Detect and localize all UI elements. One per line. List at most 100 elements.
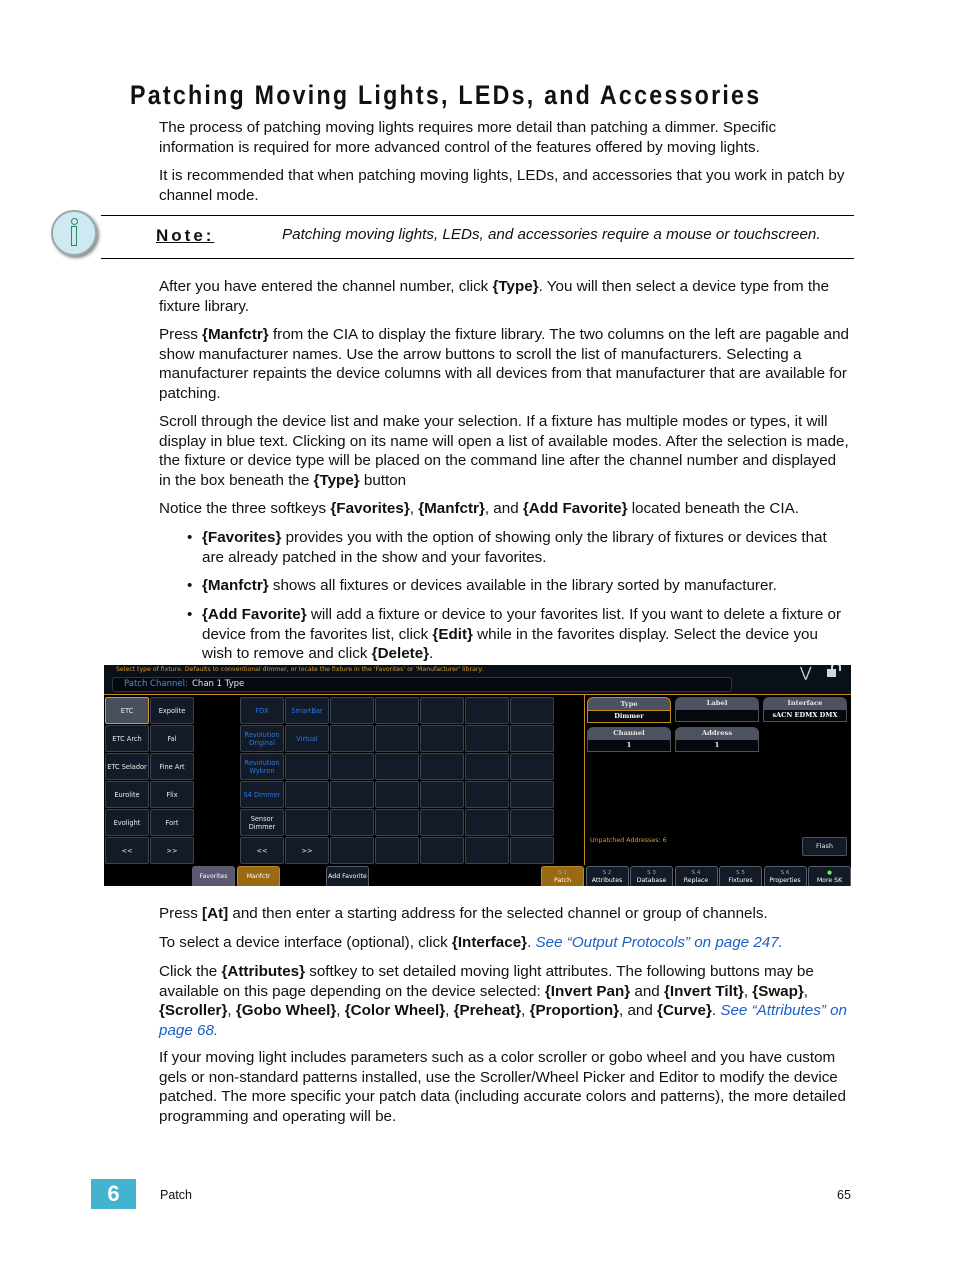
text-run: , and <box>484 500 523 517</box>
device-button[interactable] <box>510 837 554 864</box>
manufacturer-button[interactable]: Eurolite <box>105 781 149 808</box>
device-button[interactable] <box>420 725 464 752</box>
paragraph: Notice the three softkeys {Favorites}, {… <box>159 499 852 519</box>
softkey-replace[interactable]: S 4 Replace <box>674 866 718 886</box>
field-interface[interactable]: Interface sACN EDMX DMX <box>763 697 847 722</box>
device-button[interactable] <box>420 837 464 864</box>
manufacturer-button[interactable]: Evolight <box>105 809 149 836</box>
device-button[interactable] <box>420 753 464 780</box>
device-button[interactable] <box>375 809 419 836</box>
manufacturer-button[interactable]: >> <box>150 837 194 864</box>
paragraph: Press [At] and then enter a starting add… <box>159 904 852 924</box>
device-button[interactable] <box>285 753 329 780</box>
device-button[interactable]: << <box>240 837 284 864</box>
note-label: Note: <box>156 226 215 245</box>
device-button[interactable] <box>465 725 509 752</box>
manufacturer-button[interactable]: Fort <box>150 809 194 836</box>
device-button[interactable] <box>510 753 554 780</box>
device-button[interactable] <box>510 725 554 752</box>
text-run: If your moving light includes parameters… <box>159 1049 846 1125</box>
device-button[interactable] <box>465 697 509 724</box>
device-button[interactable] <box>510 781 554 808</box>
bold-term: {Proportion} <box>529 1002 620 1019</box>
manufacturer-button[interactable]: << <box>105 837 149 864</box>
softkey-more-sk[interactable]: ● More SK <box>808 866 851 886</box>
manufacturer-button[interactable]: Fal <box>150 725 194 752</box>
device-button[interactable] <box>420 781 464 808</box>
softkey-favorites[interactable]: Favorites <box>192 866 235 886</box>
device-button[interactable]: >> <box>285 837 329 864</box>
bold-term: {Add Favorite} <box>522 500 628 517</box>
softkey-fixtures[interactable]: S 5 Fixtures <box>719 866 762 886</box>
field-type[interactable]: Type Dimmer <box>587 697 671 723</box>
softkey-properties[interactable]: S 6 Properties <box>763 866 807 886</box>
device-button[interactable] <box>510 809 554 836</box>
note-top-divider <box>101 215 854 216</box>
softkey-label: More SK <box>816 877 843 884</box>
text-run: It is recommended that when patching mov… <box>159 167 845 204</box>
device-button[interactable] <box>510 697 554 724</box>
cross-reference-link[interactable]: See “Output Protocols” on page 247. <box>536 934 783 951</box>
device-button[interactable] <box>285 809 329 836</box>
manufacturer-button[interactable]: ETC Arch <box>105 725 149 752</box>
device-button[interactable] <box>375 725 419 752</box>
device-button[interactable] <box>330 837 374 864</box>
device-button[interactable] <box>330 753 374 780</box>
device-button[interactable]: FDX <box>240 697 284 724</box>
device-button[interactable]: Virtual <box>285 725 329 752</box>
field-address[interactable]: Address 1 <box>675 727 759 752</box>
field-label: Type <box>587 697 671 710</box>
field-label[interactable]: Label <box>675 697 759 722</box>
manufacturer-button[interactable]: Fine Art <box>150 753 194 780</box>
device-button[interactable] <box>375 837 419 864</box>
device-button[interactable]: Revolution Wybron <box>240 753 284 780</box>
device-button[interactable] <box>465 837 509 864</box>
device-button[interactable]: S4 Dimmer <box>240 781 284 808</box>
field-value: Dimmer <box>587 710 671 723</box>
device-button[interactable] <box>375 781 419 808</box>
softkey-label: Attributes <box>591 877 623 884</box>
chevron-double-down-icon[interactable]: ⋁ <box>800 666 811 680</box>
manufacturer-button[interactable]: Flix <box>150 781 194 808</box>
device-button[interactable]: SmartBar <box>285 697 329 724</box>
flash-button[interactable]: Flash <box>802 837 847 856</box>
device-button[interactable] <box>465 753 509 780</box>
manufacturer-button[interactable]: ETC <box>105 697 149 724</box>
command-line: Patch Channel: Chan 1 Type <box>112 677 732 692</box>
device-button[interactable] <box>330 781 374 808</box>
unlock-icon[interactable] <box>827 665 841 677</box>
device-button[interactable] <box>375 753 419 780</box>
field-label: Interface <box>763 697 847 709</box>
softkey-add-favorite[interactable]: Add Favorite <box>326 866 369 886</box>
text-run: Scroll through the device list and make … <box>159 413 849 489</box>
device-button[interactable] <box>285 781 329 808</box>
status-led-icon: ● <box>827 870 832 876</box>
bold-term: {Manfctr} <box>202 326 269 343</box>
bullet-item: {Manfctr} shows all fixtures or devices … <box>187 576 852 596</box>
bold-term: {Favorites} <box>330 500 410 517</box>
document-page: Patching Moving Lights, LEDs, and Access… <box>0 0 954 1272</box>
device-button[interactable] <box>465 781 509 808</box>
softkey-label: Replace <box>683 877 709 884</box>
device-button[interactable] <box>375 697 419 724</box>
device-button[interactable] <box>465 809 509 836</box>
field-channel[interactable]: Channel 1 <box>587 727 671 752</box>
softkey-attributes[interactable]: S 2 Attributes <box>585 866 629 886</box>
command-line-value: Chan 1 Type <box>192 679 245 689</box>
device-button[interactable] <box>420 697 464 724</box>
device-button[interactable] <box>330 725 374 752</box>
bold-term: {Delete} <box>371 645 430 662</box>
device-button[interactable]: Sensor Dimmer <box>240 809 284 836</box>
paragraph: It is recommended that when patching mov… <box>159 166 852 205</box>
manufacturer-button[interactable]: ETC Selador <box>105 753 149 780</box>
text-run: After you have entered the channel numbe… <box>159 278 493 295</box>
softkey-manfctr[interactable]: Manfctr <box>237 866 280 886</box>
softkey-patch[interactable]: S 1 Patch <box>541 866 584 886</box>
device-button[interactable] <box>420 809 464 836</box>
manufacturer-button[interactable]: Expolite <box>150 697 194 724</box>
text-run: located beneath the CIA. <box>627 500 799 517</box>
device-button[interactable] <box>330 809 374 836</box>
device-button[interactable]: Revolution Original <box>240 725 284 752</box>
softkey-database[interactable]: S 3 Database <box>630 866 673 886</box>
device-button[interactable] <box>330 697 374 724</box>
